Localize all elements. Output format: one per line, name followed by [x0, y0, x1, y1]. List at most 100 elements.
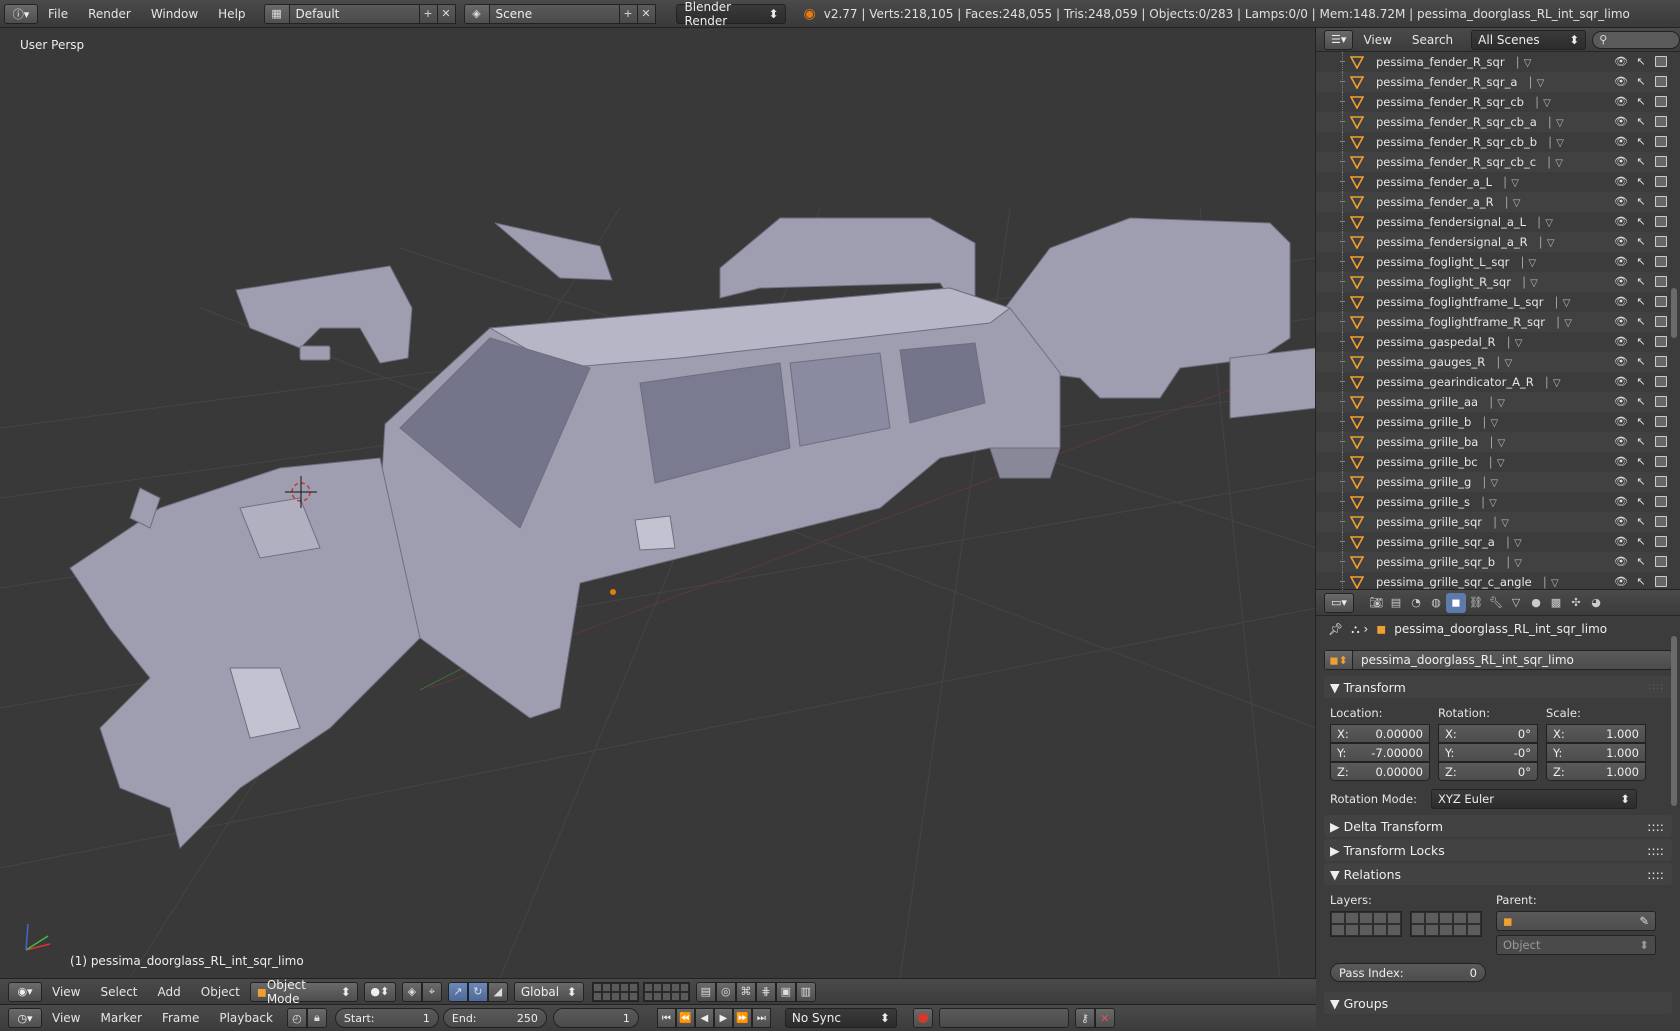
selectability-cursor-icon[interactable]: ↖: [1634, 474, 1648, 488]
mesh-object-icon[interactable]: [1350, 555, 1364, 569]
mesh-object-icon[interactable]: [1350, 275, 1364, 289]
remove-scene-icon[interactable]: ✕: [637, 3, 656, 24]
render-camera-icon[interactable]: [1654, 414, 1668, 428]
selectability-cursor-icon[interactable]: ↖: [1634, 354, 1648, 368]
snap-element-icon[interactable]: ⋕: [755, 981, 776, 1002]
jump-prev-key-icon[interactable]: ⏪: [675, 1008, 695, 1028]
outliner-item-name[interactable]: pessima_foglight_R_sqr: [1376, 275, 1511, 289]
mesh-object-icon[interactable]: [1350, 215, 1364, 229]
outliner-item-name[interactable]: pessima_foglightframe_R_sqr: [1376, 315, 1545, 329]
viewport-menu-view[interactable]: View: [42, 985, 90, 999]
render-camera-icon[interactable]: [1654, 534, 1668, 548]
render-camera-icon[interactable]: [1654, 54, 1668, 68]
relations-panel-header[interactable]: ▼ Relations ::::: [1324, 863, 1672, 885]
mesh-object-icon[interactable]: [1350, 515, 1364, 529]
render-camera-icon[interactable]: [1654, 94, 1668, 108]
info-editor-type-button[interactable]: ⓘ▾: [4, 3, 38, 24]
object-layers-block-1[interactable]: [1330, 911, 1402, 937]
lock-range-icon[interactable]: 🔒︎: [306, 1008, 327, 1028]
outliner-row[interactable]: pessima_foglightframe_L_sqr │ ▽ 👁︎ ↖: [1316, 292, 1668, 312]
menu-window[interactable]: Window: [141, 7, 208, 21]
proportional-edit-icon[interactable]: ◎: [715, 981, 736, 1002]
selectability-cursor-icon[interactable]: ↖: [1634, 334, 1648, 348]
selectability-cursor-icon[interactable]: ↖: [1634, 314, 1648, 328]
mesh-object-icon[interactable]: [1350, 175, 1364, 189]
mesh-object-icon[interactable]: [1350, 235, 1364, 249]
layer-block-1[interactable]: [591, 981, 639, 1002]
mesh-object-icon[interactable]: [1350, 575, 1364, 589]
outliner-row[interactable]: pessima_fender_R_sqr_cb │ ▽ 👁︎ ↖: [1316, 92, 1668, 112]
outliner-item-name[interactable]: pessima_grille_sqr_c_angle: [1376, 575, 1532, 589]
jump-next-key-icon[interactable]: ⏩: [732, 1008, 752, 1028]
mesh-object-icon[interactable]: [1350, 135, 1364, 149]
panel-grip-icon[interactable]: ::::: [1647, 867, 1664, 882]
render-tab-icon[interactable]: 📷︎: [1366, 593, 1386, 613]
render-camera-icon[interactable]: [1654, 314, 1668, 328]
add-layout-icon[interactable]: +: [419, 3, 438, 24]
panel-grip-icon[interactable]: ::::: [1647, 843, 1664, 858]
scene-tab-icon[interactable]: ◔: [1406, 593, 1426, 613]
start-frame-field[interactable]: Start: 1: [334, 1008, 439, 1028]
visibility-eye-icon[interactable]: 👁︎: [1614, 134, 1628, 148]
translate-manipulator-icon[interactable]: ↗: [447, 981, 468, 1002]
visibility-eye-icon[interactable]: 👁︎: [1614, 414, 1628, 428]
menu-file[interactable]: File: [38, 7, 78, 21]
mesh-object-icon[interactable]: [1350, 155, 1364, 169]
mesh-object-icon[interactable]: [1350, 75, 1364, 89]
outliner-row[interactable]: pessima_grille_b │ ▽ 👁︎ ↖: [1316, 412, 1668, 432]
viewport-menu-object[interactable]: Object: [191, 985, 250, 999]
render-camera-icon[interactable]: [1654, 574, 1668, 588]
mesh-data-icon[interactable]: │ ▽: [1505, 558, 1522, 569]
properties-scroll-thumb[interactable]: [1671, 636, 1677, 806]
outliner-item-name[interactable]: pessima_foglightframe_L_sqr: [1376, 295, 1543, 309]
outliner-editor-type-button[interactable]: ☰▾: [1324, 29, 1354, 50]
mesh-data-icon[interactable]: │ ▽: [1555, 318, 1572, 329]
outliner-item-name[interactable]: pessima_grille_b: [1376, 415, 1471, 429]
mesh-data-icon[interactable]: │ ▽: [1547, 138, 1564, 149]
outliner-item-name[interactable]: pessima_grille_sqr_a: [1376, 535, 1495, 549]
visibility-eye-icon[interactable]: 👁︎: [1614, 474, 1628, 488]
selectability-cursor-icon[interactable]: ↖: [1634, 434, 1648, 448]
render-camera-icon[interactable]: [1654, 554, 1668, 568]
visibility-eye-icon[interactable]: 👁︎: [1614, 294, 1628, 308]
selectability-cursor-icon[interactable]: ↖: [1634, 194, 1648, 208]
mesh-data-icon[interactable]: │ ▽: [1521, 278, 1538, 289]
outliner-item-name[interactable]: pessima_fender_a_L: [1376, 175, 1492, 189]
visibility-eye-icon[interactable]: 👁︎: [1614, 494, 1628, 508]
outliner-row[interactable]: pessima_fender_R_sqr_a │ ▽ 👁︎ ↖: [1316, 72, 1668, 92]
outliner-row[interactable]: pessima_fendersignal_a_R │ ▽ 👁︎ ↖: [1316, 232, 1668, 252]
visibility-eye-icon[interactable]: 👁︎: [1614, 54, 1628, 68]
scale-y-field[interactable]: Y: 1.000: [1546, 743, 1646, 762]
outliner-search-input[interactable]: ⚲: [1592, 30, 1680, 49]
keying-set-field[interactable]: [938, 1008, 1069, 1028]
mesh-object-icon[interactable]: [1350, 415, 1364, 429]
menu-help[interactable]: Help: [208, 7, 255, 21]
rotate-manipulator-icon[interactable]: ↻: [467, 981, 488, 1002]
mesh-object-icon[interactable]: [1350, 495, 1364, 509]
visibility-eye-icon[interactable]: 👁︎: [1614, 194, 1628, 208]
mesh-data-icon[interactable]: │ ▽: [1515, 58, 1532, 69]
mesh-object-icon[interactable]: [1350, 535, 1364, 549]
object-layers-block-2[interactable]: [1410, 911, 1482, 937]
panel-grip-icon[interactable]: ::::: [1648, 682, 1664, 692]
transform-panel-header[interactable]: ▼ Transform ::::: [1324, 676, 1672, 698]
mesh-object-icon[interactable]: [1350, 115, 1364, 129]
scene-selector[interactable]: ◈ Scene + ✕: [463, 3, 656, 24]
visibility-eye-icon[interactable]: 👁︎: [1614, 554, 1628, 568]
mesh-data-icon[interactable]: │ ▽: [1488, 438, 1505, 449]
outliner-row[interactable]: pessima_grille_sqr_b │ ▽ 👁︎ ↖: [1316, 552, 1668, 572]
data-tab-icon[interactable]: ▽: [1506, 593, 1526, 613]
mesh-object-icon[interactable]: [1350, 335, 1364, 349]
rotation-mode-dropdown[interactable]: XYZ Euler ⬍: [1430, 789, 1637, 809]
delta-transform-panel-header[interactable]: ▶ Delta Transform ::::: [1324, 815, 1672, 837]
screen-layout-selector[interactable]: ▦ Default + ✕: [263, 3, 456, 24]
render-camera-icon[interactable]: [1654, 514, 1668, 528]
visibility-eye-icon[interactable]: 👁︎: [1614, 214, 1628, 228]
render-camera-icon[interactable]: [1654, 474, 1668, 488]
rotation-x-field[interactable]: X: 0°: [1438, 724, 1538, 743]
selectability-cursor-icon[interactable]: ↖: [1634, 514, 1648, 528]
scene-layers[interactable]: [591, 981, 690, 1002]
play-reverse-icon[interactable]: ◀: [694, 1008, 714, 1028]
visibility-eye-icon[interactable]: 👁︎: [1614, 94, 1628, 108]
outliner-menu-search[interactable]: Search: [1402, 33, 1463, 47]
